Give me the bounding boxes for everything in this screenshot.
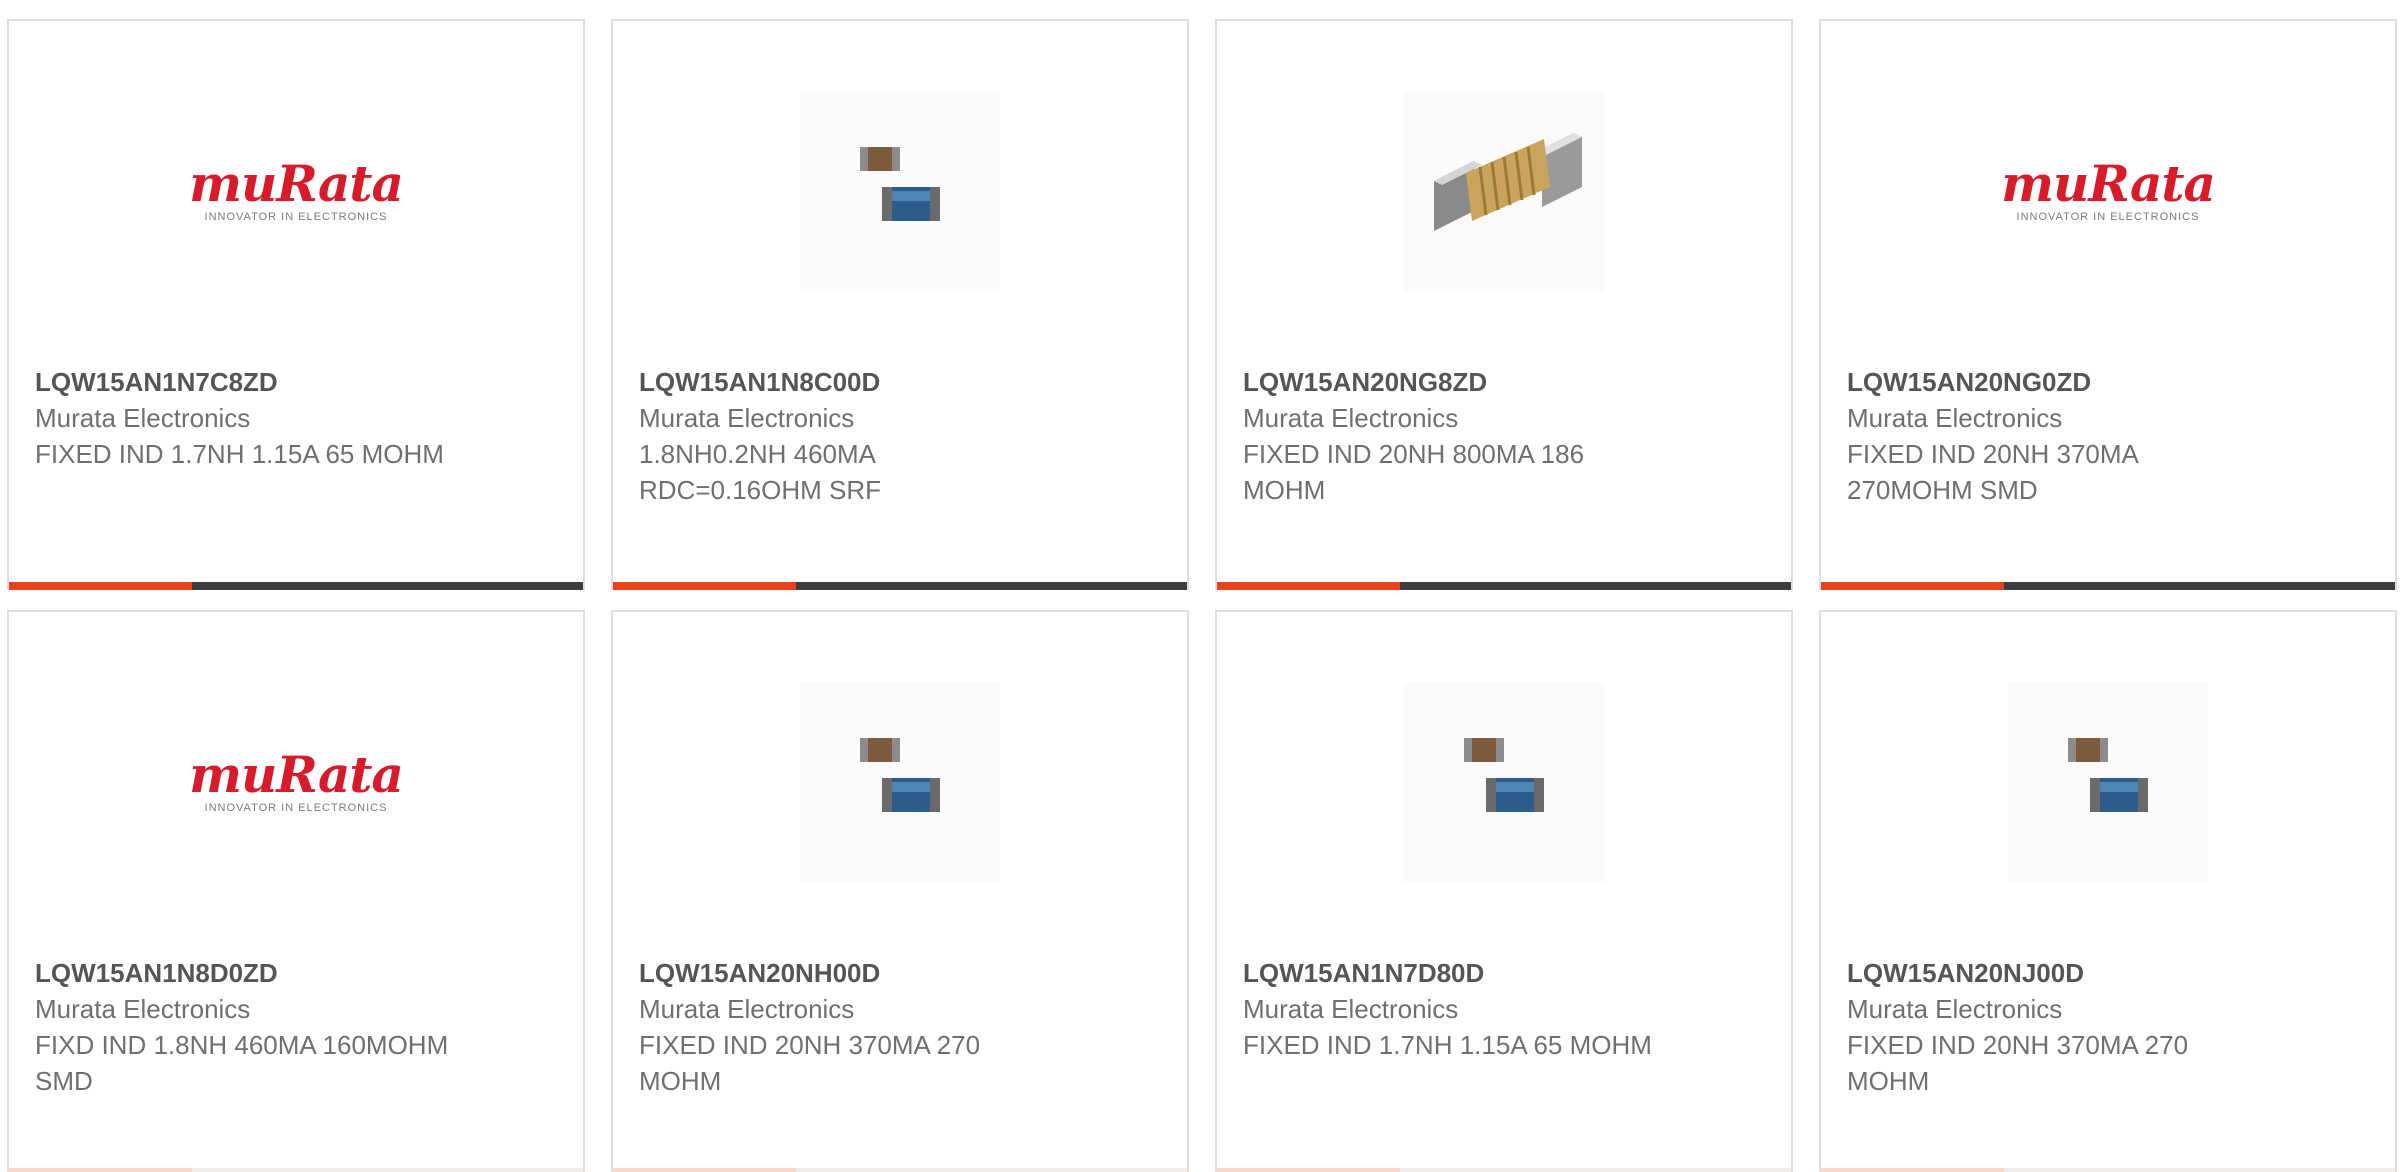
chip-inductor-pair-image xyxy=(1404,682,1604,882)
card-accent-bar xyxy=(9,1168,583,1172)
product-image[interactable] xyxy=(1217,672,1791,892)
manufacturer-name: Murata Electronics xyxy=(1243,403,1459,433)
chip-inductor-pair-image xyxy=(800,91,1000,291)
wirewound-inductor-image xyxy=(1404,91,1604,291)
part-number-link[interactable]: LQW15AN20NG0ZD xyxy=(1847,364,2369,400)
manufacturer-name: Murata Electronics xyxy=(35,403,251,433)
product-card[interactable]: LQW15AN1N7D80D Murata Electronics FIXED … xyxy=(1215,610,1793,1172)
part-number-link[interactable]: LQW15AN1N8D0ZD xyxy=(35,955,557,991)
manufacturer-name: Murata Electronics xyxy=(1847,403,2063,433)
part-number-link[interactable]: LQW15AN1N7C8ZD xyxy=(35,364,557,400)
product-description: FIXED IND 20NH 370MA 270 MOHM xyxy=(1847,1030,2189,1096)
product-image[interactable] xyxy=(1217,81,1791,301)
manufacturer-name: Murata Electronics xyxy=(35,994,251,1024)
product-card[interactable]: LQW15AN1N8C00D Murata Electronics 1.8NH0… xyxy=(611,19,1189,590)
product-image[interactable]: muRata INNOVATOR IN ELECTRONICS xyxy=(9,672,583,892)
chip-inductor-pair-image xyxy=(800,682,1000,882)
murata-logo: muRata INNOVATOR IN ELECTRONICS xyxy=(189,154,404,224)
part-number-link[interactable]: LQW15AN1N8C00D xyxy=(639,364,1161,400)
part-number-link[interactable]: LQW15AN20NJ00D xyxy=(1847,955,2369,991)
card-accent-bar xyxy=(1217,1168,1791,1172)
product-image[interactable] xyxy=(613,81,1187,301)
part-number-link[interactable]: LQW15AN20NG8ZD xyxy=(1243,364,1765,400)
product-card[interactable]: LQW15AN20NG8ZD Murata Electronics FIXED … xyxy=(1215,19,1793,590)
product-grid: muRata INNOVATOR IN ELECTRONICS LQW15AN1… xyxy=(0,0,2400,1172)
part-number-link[interactable]: LQW15AN20NH00D xyxy=(639,955,1161,991)
product-image[interactable] xyxy=(613,672,1187,892)
product-image[interactable] xyxy=(1821,672,2395,892)
product-card[interactable]: LQW15AN20NJ00D Murata Electronics FIXED … xyxy=(1819,610,2397,1172)
chip-inductor-pair-image xyxy=(2008,682,2208,882)
card-accent-bar xyxy=(613,1168,1187,1172)
product-description: 1.8NH0.2NH 460MA RDC=0.16OHM SRF xyxy=(639,439,881,505)
product-description: FIXED IND 1.7NH 1.15A 65 MOHM xyxy=(35,439,444,469)
card-accent-bar xyxy=(1821,582,2395,590)
product-description: FIXED IND 20NH 370MA 270 MOHM xyxy=(639,1030,981,1096)
card-accent-bar xyxy=(9,582,583,590)
manufacturer-name: Murata Electronics xyxy=(639,403,855,433)
product-description: FIXD IND 1.8NH 460MA 160MOHM SMD xyxy=(35,1030,449,1096)
product-image[interactable]: muRata INNOVATOR IN ELECTRONICS xyxy=(9,81,583,301)
product-card[interactable]: muRata INNOVATOR IN ELECTRONICS LQW15AN1… xyxy=(7,610,585,1172)
card-accent-bar xyxy=(613,582,1187,590)
product-description: FIXED IND 20NH 370MA 270MOHM SMD xyxy=(1847,439,2138,505)
murata-logo: muRata INNOVATOR IN ELECTRONICS xyxy=(189,745,404,815)
manufacturer-name: Murata Electronics xyxy=(1243,994,1459,1024)
manufacturer-name: Murata Electronics xyxy=(639,994,855,1024)
card-accent-bar xyxy=(1821,1168,2395,1172)
product-card[interactable]: muRata INNOVATOR IN ELECTRONICS LQW15AN2… xyxy=(1819,19,2397,590)
product-description: FIXED IND 1.7NH 1.15A 65 MOHM xyxy=(1243,1030,1652,1060)
card-accent-bar xyxy=(1217,582,1791,590)
part-number-link[interactable]: LQW15AN1N7D80D xyxy=(1243,955,1765,991)
murata-logo: muRata INNOVATOR IN ELECTRONICS xyxy=(2001,154,2216,224)
manufacturer-name: Murata Electronics xyxy=(1847,994,2063,1024)
product-card[interactable]: muRata INNOVATOR IN ELECTRONICS LQW15AN1… xyxy=(7,19,585,590)
product-card[interactable]: LQW15AN20NH00D Murata Electronics FIXED … xyxy=(611,610,1189,1172)
product-image[interactable]: muRata INNOVATOR IN ELECTRONICS xyxy=(1821,81,2395,301)
product-description: FIXED IND 20NH 800MA 186 MOHM xyxy=(1243,439,1585,505)
